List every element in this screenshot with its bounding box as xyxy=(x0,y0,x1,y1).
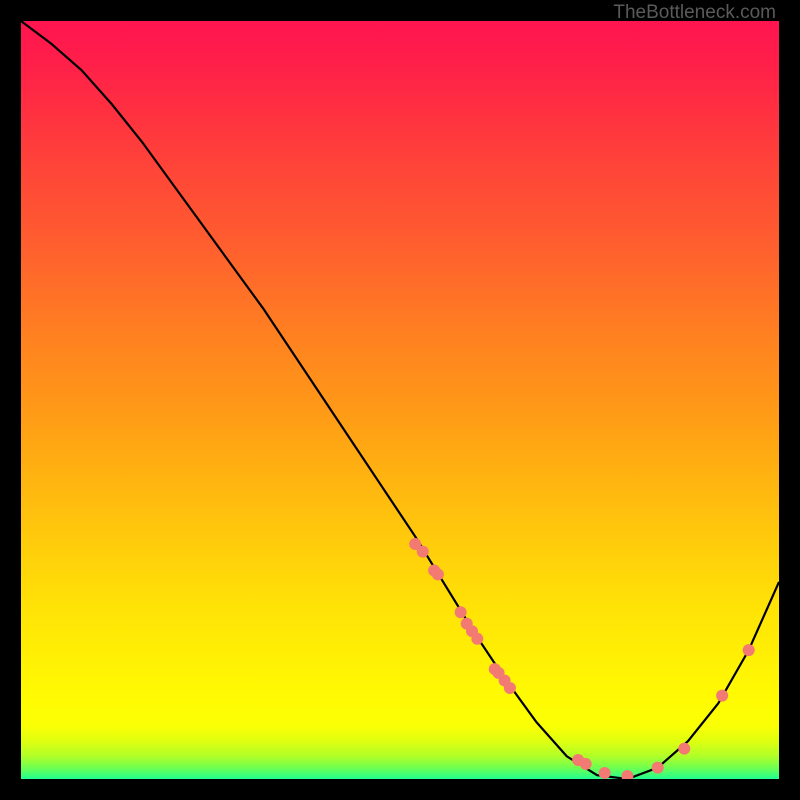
chart-svg xyxy=(21,21,779,779)
highlight-dots xyxy=(409,538,755,779)
highlight-dot xyxy=(455,606,467,618)
highlight-dot xyxy=(471,633,483,645)
highlight-dot xyxy=(678,743,690,755)
highlight-dot xyxy=(417,546,429,558)
highlight-dot xyxy=(621,770,633,779)
highlight-dot xyxy=(743,644,755,656)
highlight-dot xyxy=(716,690,728,702)
plot-area xyxy=(21,21,779,779)
highlight-dot xyxy=(652,762,664,774)
highlight-dot xyxy=(504,682,516,694)
highlight-dot xyxy=(599,767,611,779)
watermark-text: TheBottleneck.com xyxy=(613,2,776,24)
highlight-dot xyxy=(580,758,592,770)
highlight-dot xyxy=(432,568,444,580)
bottleneck-curve xyxy=(21,21,779,779)
